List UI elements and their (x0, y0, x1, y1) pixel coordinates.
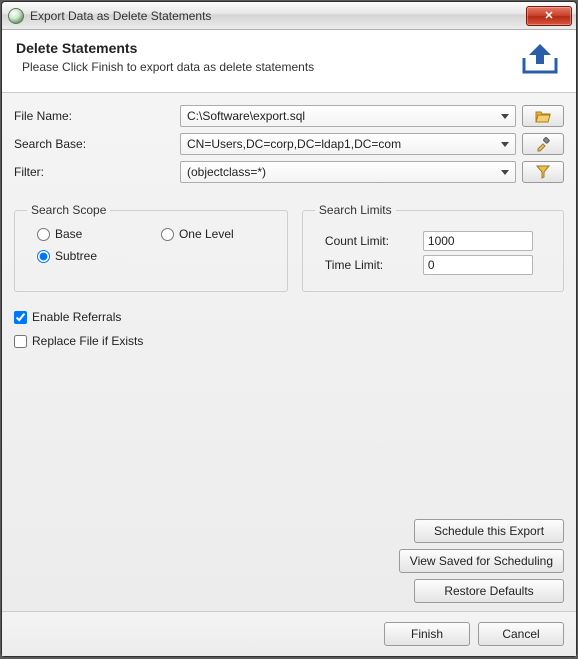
filter-combo[interactable]: (objectclass=*) (180, 161, 516, 183)
replace-file-option[interactable]: Replace File if Exists (14, 334, 564, 348)
eyedropper-icon (535, 136, 551, 152)
scope-subtree-radio[interactable] (37, 250, 50, 263)
dialog-content: File Name: C:\Software\export.sql Search… (2, 93, 576, 611)
dialog-window: Export Data as Delete Statements ✕ Delet… (1, 1, 577, 657)
count-limit-label: Count Limit: (325, 234, 415, 248)
close-button[interactable]: ✕ (526, 6, 572, 26)
funnel-icon (535, 164, 551, 180)
file-name-value: C:\Software\export.sql (187, 109, 305, 123)
search-base-row: Search Base: CN=Users,DC=corp,DC=ldap1,D… (14, 133, 564, 155)
close-icon: ✕ (544, 9, 553, 22)
file-name-row: File Name: C:\Software\export.sql (14, 105, 564, 127)
groups-row: Search Scope Base One Level Subtree (14, 203, 564, 292)
time-limit-input[interactable] (423, 255, 533, 275)
search-base-value: CN=Users,DC=corp,DC=ldap1,DC=com (187, 137, 401, 151)
enable-referrals-checkbox[interactable] (14, 311, 27, 324)
dialog-header: Delete Statements Please Click Finish to… (2, 30, 576, 93)
export-icon (518, 40, 562, 80)
view-saved-button[interactable]: View Saved for Scheduling (399, 549, 564, 573)
file-name-label: File Name: (14, 109, 174, 123)
view-saved-label: View Saved for Scheduling (410, 554, 553, 568)
header-text: Delete Statements Please Click Finish to… (16, 40, 506, 74)
scope-subtree-option[interactable]: Subtree (37, 249, 151, 263)
scope-base-label: Base (55, 227, 82, 241)
filter-builder-button[interactable] (522, 161, 564, 183)
restore-defaults-button[interactable]: Restore Defaults (414, 579, 564, 603)
titlebar[interactable]: Export Data as Delete Statements ✕ (2, 2, 576, 30)
browse-file-button[interactable] (522, 105, 564, 127)
filter-value: (objectclass=*) (187, 165, 266, 179)
scope-one-level-label: One Level (179, 227, 234, 241)
schedule-export-label: Schedule this Export (434, 524, 544, 538)
filter-label: Filter: (14, 165, 174, 179)
search-scope-legend: Search Scope (27, 203, 110, 217)
enable-referrals-label: Enable Referrals (32, 310, 121, 324)
enable-referrals-option[interactable]: Enable Referrals (14, 310, 564, 324)
filter-row: Filter: (objectclass=*) (14, 161, 564, 183)
side-actions: Schedule this Export View Saved for Sche… (14, 499, 564, 603)
replace-file-checkbox[interactable] (14, 335, 27, 348)
cancel-label: Cancel (502, 627, 539, 641)
time-limit-label: Time Limit: (325, 258, 415, 272)
scope-one-level-radio[interactable] (161, 228, 174, 241)
scope-base-option[interactable]: Base (37, 227, 151, 241)
count-limit-input[interactable] (423, 231, 533, 251)
scope-subtree-label: Subtree (55, 249, 97, 263)
folder-open-icon (535, 108, 551, 124)
restore-defaults-label: Restore Defaults (444, 584, 533, 598)
finish-label: Finish (411, 627, 443, 641)
finish-button[interactable]: Finish (384, 622, 470, 646)
search-limits-legend: Search Limits (315, 203, 396, 217)
dialog-footer: Finish Cancel (2, 611, 576, 656)
search-base-combo[interactable]: CN=Users,DC=corp,DC=ldap1,DC=com (180, 133, 516, 155)
scope-one-level-option[interactable]: One Level (161, 227, 275, 241)
window-title: Export Data as Delete Statements (30, 9, 526, 23)
search-base-label: Search Base: (14, 137, 174, 151)
app-icon (8, 8, 24, 24)
search-limits-group: Search Limits Count Limit: Time Limit: (302, 203, 564, 292)
scope-base-radio[interactable] (37, 228, 50, 241)
cancel-button[interactable]: Cancel (478, 622, 564, 646)
search-base-picker-button[interactable] (522, 133, 564, 155)
file-name-combo[interactable]: C:\Software\export.sql (180, 105, 516, 127)
header-title: Delete Statements (16, 40, 506, 56)
schedule-export-button[interactable]: Schedule this Export (414, 519, 564, 543)
header-subtitle: Please Click Finish to export data as de… (16, 60, 506, 74)
count-limit-row: Count Limit: (315, 231, 551, 251)
search-scope-group: Search Scope Base One Level Subtree (14, 203, 288, 292)
time-limit-row: Time Limit: (315, 255, 551, 275)
replace-file-label: Replace File if Exists (32, 334, 143, 348)
